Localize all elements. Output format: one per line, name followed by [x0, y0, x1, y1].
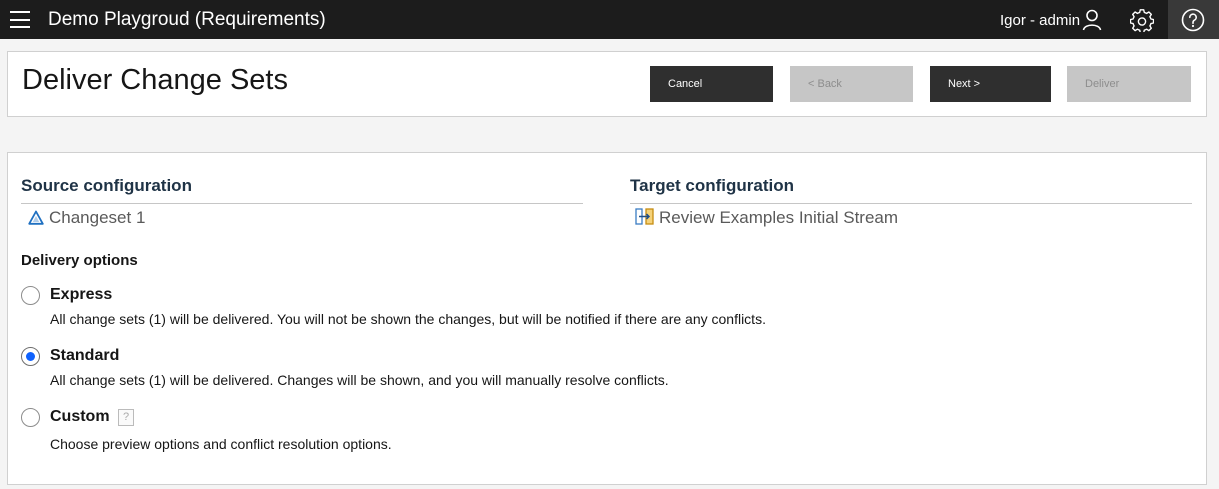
target-configuration-name: Review Examples Initial Stream — [659, 208, 899, 227]
custom-description: Choose preview options and conflict reso… — [50, 436, 392, 452]
delivery-options-heading: Delivery options — [21, 252, 138, 269]
target-configuration-item[interactable]: Review Examples Initial Stream — [635, 208, 898, 228]
custom-radio[interactable] — [21, 408, 40, 427]
page-title: Deliver Change Sets — [22, 64, 288, 96]
help-button[interactable] — [1168, 0, 1219, 39]
delivery-panel: Source configuration Target configuratio… — [7, 152, 1207, 485]
deliver-button[interactable]: Deliver — [1067, 66, 1191, 102]
express-radio[interactable] — [21, 286, 40, 305]
gear-icon[interactable] — [1130, 8, 1154, 32]
custom-label[interactable]: Custom — [50, 408, 110, 426]
source-configuration-name: Changeset 1 — [49, 208, 146, 227]
source-configuration-item[interactable]: Changeset 1 — [28, 208, 145, 228]
cancel-button[interactable]: Cancel — [650, 66, 773, 102]
standard-radio[interactable] — [21, 347, 40, 366]
source-configuration-heading: Source configuration — [21, 176, 583, 204]
menu-icon[interactable] — [10, 11, 30, 28]
app-title: Demo Playgroud (Requirements) — [48, 9, 326, 30]
next-button[interactable]: Next > — [930, 66, 1051, 102]
changeset-delta-icon — [28, 210, 44, 225]
help-icon — [1181, 8, 1205, 32]
custom-help-icon[interactable]: ? — [118, 409, 134, 426]
back-button[interactable]: < Back — [790, 66, 913, 102]
user-icon[interactable] — [1082, 9, 1102, 31]
stream-icon — [635, 208, 654, 225]
user-name[interactable]: Igor - admin — [1000, 12, 1080, 29]
target-configuration-heading: Target configuration — [630, 176, 1192, 204]
express-description: All change sets (1) will be delivered. Y… — [50, 311, 766, 327]
wizard-header: Deliver Change Sets Cancel < Back Next >… — [7, 51, 1207, 117]
standard-label[interactable]: Standard — [50, 347, 119, 365]
top-navigation-bar: Demo Playgroud (Requirements) Igor - adm… — [0, 0, 1219, 39]
express-label[interactable]: Express — [50, 286, 112, 304]
standard-description: All change sets (1) will be delivered. C… — [50, 372, 669, 388]
